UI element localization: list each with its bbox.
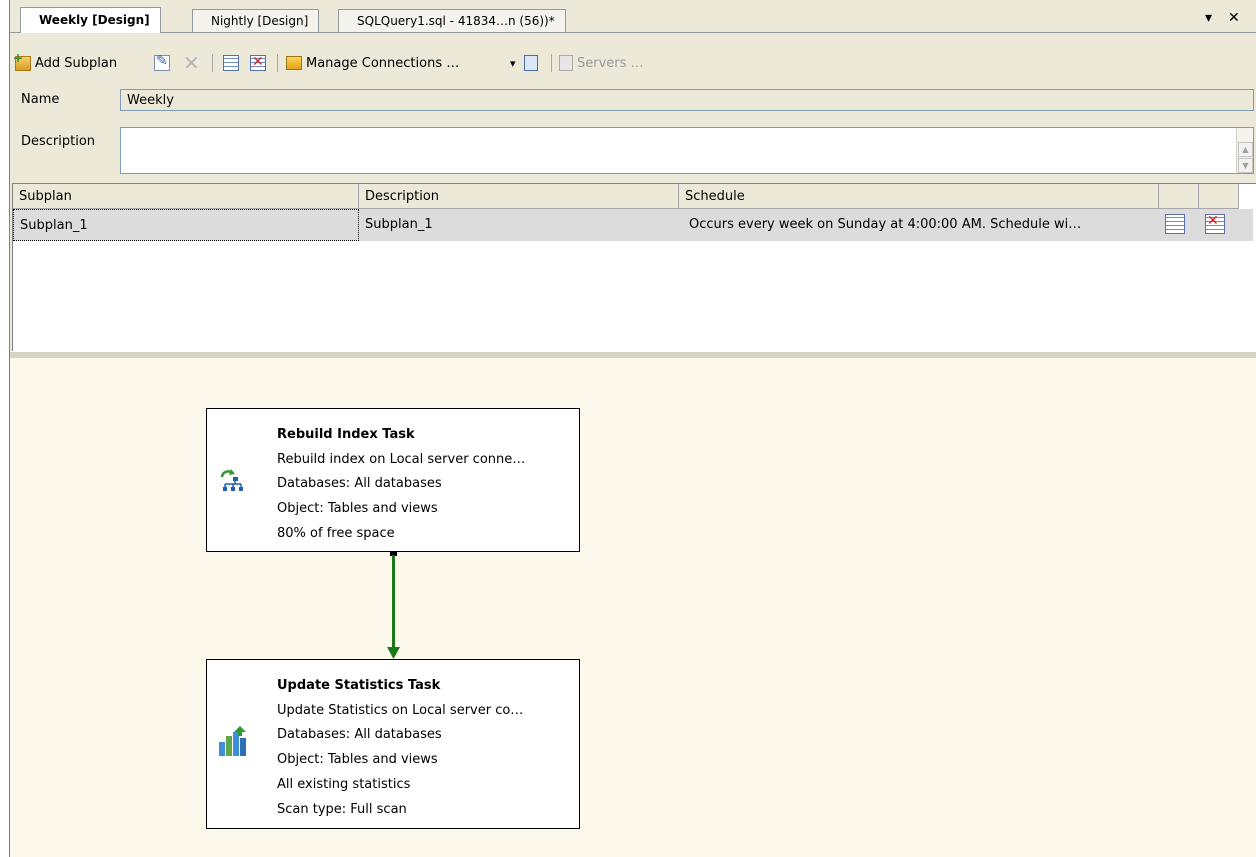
- rebuild-index-task[interactable]: Rebuild Index Task Rebuild index on Loca…: [206, 408, 580, 552]
- task-detail-line: Object: Tables and views: [277, 752, 438, 767]
- subplan-schedule-button[interactable]: [223, 52, 239, 74]
- toolbar-separator: [277, 54, 278, 72]
- servers-label: Servers …: [577, 55, 644, 71]
- scroll-down-icon[interactable]: ▼: [1238, 158, 1253, 173]
- plan-name-field[interactable]: Weekly: [120, 89, 1254, 111]
- schedule-icon: [1165, 214, 1185, 234]
- delete-icon: ✕: [183, 51, 200, 75]
- servers-button[interactable]: Servers …: [559, 52, 644, 74]
- tab-sqlquery1[interactable]: SQLQuery1.sql - 41834…n (56))*: [338, 9, 566, 32]
- task-detail-line: Databases: All databases: [277, 727, 442, 742]
- description-scrollbar[interactable]: ▲ ▼: [1236, 128, 1253, 173]
- tab-weekly-design[interactable]: Weekly [Design]: [20, 7, 161, 33]
- subplan-properties-button[interactable]: [154, 52, 170, 74]
- toolbar-separator: [551, 54, 552, 72]
- delete-subplan-button[interactable]: ✕: [183, 52, 200, 74]
- table-row[interactable]: Subplan_1 Subplan_1 Occurs every week on…: [13, 209, 1253, 241]
- column-header-remove-button: [1199, 184, 1239, 209]
- task-detail-line: Object: Tables and views: [277, 501, 438, 516]
- column-header-description[interactable]: Description: [359, 184, 679, 209]
- manage-connections-dropdown[interactable]: ▾: [510, 52, 516, 74]
- add-subplan-label: Add Subplan: [35, 55, 118, 71]
- name-label: Name: [21, 92, 60, 107]
- cell-subplan-name[interactable]: Subplan_1: [13, 209, 359, 241]
- column-header-subplan[interactable]: Subplan: [13, 184, 359, 209]
- remove-schedule-icon: [250, 54, 266, 71]
- description-label: Description: [21, 134, 96, 149]
- add-subplan-button[interactable]: Add Subplan: [13, 51, 118, 74]
- edit-schedule-button[interactable]: [1165, 214, 1187, 236]
- servers-icon: [559, 55, 573, 71]
- task-detail-line: 80% of free space: [277, 526, 395, 541]
- column-header-schedule[interactable]: Schedule: [679, 184, 1159, 209]
- add-subplan-icon: [13, 51, 31, 71]
- remove-schedule-icon: [1205, 213, 1225, 234]
- window-list-dropdown-icon[interactable]: ▾: [1205, 10, 1212, 26]
- manage-connections-label: Manage Connections …: [306, 55, 460, 71]
- task-detail-line: Scan type: Full scan: [277, 802, 407, 817]
- chevron-down-icon: ▾: [510, 56, 516, 70]
- task-detail-line: All existing statistics: [277, 777, 411, 792]
- rebuild-index-icon: [220, 469, 243, 491]
- task-detail-line: Databases: All databases: [277, 476, 442, 491]
- maintenance-plan-designer: Weekly [Design] Nightly [Design] SQLQuer…: [9, 0, 1256, 857]
- update-statistics-task[interactable]: Update Statistics Task Update Statistics…: [206, 659, 580, 829]
- report-document-icon: [524, 55, 538, 71]
- close-tab-icon[interactable]: ✕: [1228, 10, 1240, 26]
- edit-properties-icon: [154, 53, 170, 71]
- cell-subplan-description[interactable]: Subplan_1: [359, 209, 679, 241]
- task-detail-line: Update Statistics on Local server co…: [277, 703, 524, 718]
- document-tabstrip: Weekly [Design] Nightly [Design] SQLQuer…: [10, 0, 1256, 34]
- reporting-logging-button[interactable]: [524, 52, 538, 74]
- plan-description-field[interactable]: ▲ ▼: [120, 127, 1254, 174]
- subplan-grid: Subplan Description Schedule Subplan_1 S…: [12, 183, 1256, 352]
- toolbar-separator: [212, 54, 213, 72]
- design-surface[interactable]: Rebuild Index Task Rebuild index on Loca…: [10, 358, 1256, 857]
- manage-connections-icon: [286, 56, 302, 70]
- task-title: Rebuild Index Task: [277, 427, 415, 442]
- cell-subplan-schedule[interactable]: Occurs every week on Sunday at 4:00:00 A…: [683, 209, 1155, 241]
- task-title: Update Statistics Task: [277, 678, 441, 693]
- precedence-constraint-arrow[interactable]: [384, 551, 404, 661]
- remove-schedule-row-button[interactable]: [1205, 213, 1227, 236]
- scroll-up-icon[interactable]: ▲: [1238, 142, 1253, 157]
- remove-schedule-button[interactable]: [250, 52, 266, 74]
- schedule-icon: [223, 55, 239, 71]
- tabstrip-divider: [10, 32, 1256, 33]
- manage-connections-button[interactable]: Manage Connections …: [286, 52, 459, 74]
- tab-nightly-design[interactable]: Nightly [Design]: [192, 9, 320, 32]
- designer-toolbar: Add Subplan ✕ Manage Connections … ▾ Se: [10, 45, 1256, 80]
- update-statistics-icon: [219, 726, 246, 756]
- task-detail-line: Rebuild index on Local server conne…: [277, 452, 526, 467]
- column-header-schedule-button: [1159, 184, 1199, 209]
